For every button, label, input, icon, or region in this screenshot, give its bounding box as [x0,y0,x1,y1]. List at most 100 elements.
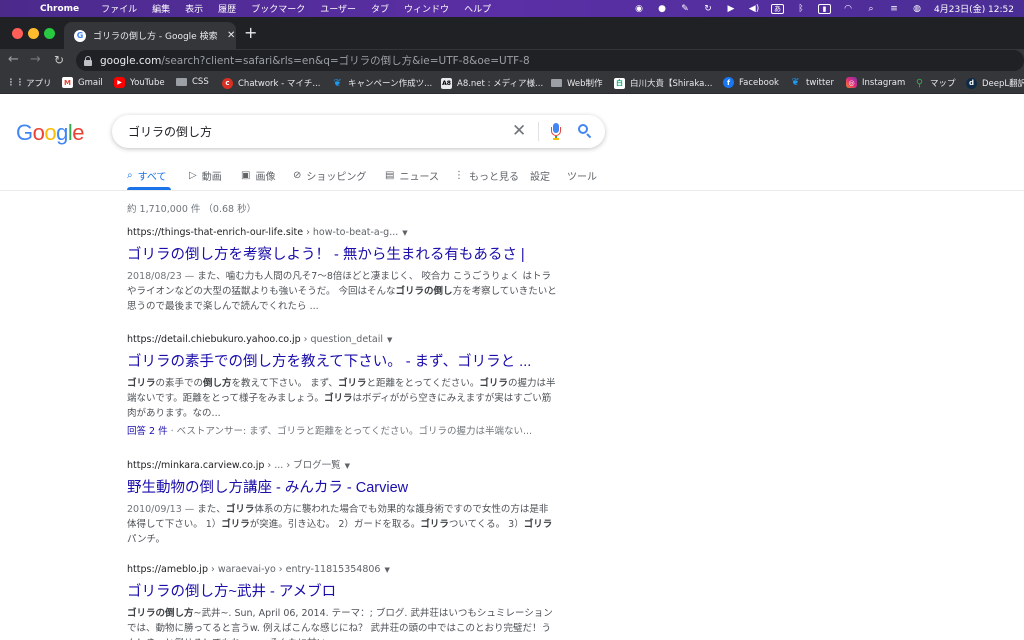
voice-search-icon[interactable] [551,123,561,140]
search-result: https://detail.chiebukuro.yahoo.co.jp › … [127,334,557,437]
search-icon: ⌕ [127,169,133,181]
answers-count-link[interactable]: 回答 2 件 [127,426,168,437]
chevron-down-icon[interactable]: ▼ [384,566,389,574]
new-tab-button[interactable]: + [244,25,257,41]
site-icon: 白 [614,77,625,89]
result-title-link[interactable]: ゴリラの倒し方~武井 - アメブロ [127,580,557,601]
play-icon[interactable]: ▶ [725,3,737,14]
bookmark-css[interactable]: CSS [176,77,209,87]
tab-tools[interactable]: ツール [567,167,597,183]
tab-settings[interactable]: 設定 [530,167,550,183]
bookmark-gmail[interactable]: M Gmail [62,77,103,88]
menu-window[interactable]: ウィンドウ [404,2,449,15]
bookmark-chatwork[interactable]: c Chatwork - マイチ... [222,77,321,89]
chatwork-icon: c [222,77,233,89]
window-minimize-button[interactable] [28,28,39,39]
macos-menu-bar: Chrome ファイル 編集 表示 履歴 ブックマーク ユーザー タブ ウィンド… [0,0,1024,17]
wifi-icon[interactable]: ◠ [842,3,854,14]
control-center-icon[interactable]: ≡ [888,3,900,14]
bookmark-maps[interactable]: ⚲ マップ [914,77,956,90]
menu-view[interactable]: 表示 [185,2,203,15]
bookmark-apps[interactable]: ⋮⋮ アプリ [7,77,52,89]
tab-more[interactable]: ⋮ もっと見る [454,167,519,183]
result-url[interactable]: https://detail.chiebukuro.yahoo.co.jp › … [127,334,557,345]
search-input[interactable]: ゴリラの倒し方 [128,123,212,140]
bookmark-shirakawa[interactable]: 白白川大貴【Shiraka... [614,77,712,89]
search-icon[interactable] [577,123,593,139]
lock-icon[interactable] [84,55,92,66]
creative-cloud-icon[interactable]: ◉ [633,3,645,14]
tab-videos[interactable]: ▷ 動画 [189,167,222,183]
tab-shopping[interactable]: ⊘ ショッピング [293,167,366,183]
bookmark-twitter[interactable]: ❦ twitter [790,77,834,88]
maps-icon: ⚲ [915,77,924,89]
youtube-icon: ▶ [114,77,125,88]
bookmark-youtube[interactable]: ▶ YouTube [114,77,165,88]
menu-tab[interactable]: タブ [371,2,389,15]
search-result: https://minkara.carview.co.jp › ... › ブロ… [127,457,557,547]
google-favicon-icon: G [74,29,86,42]
browser-tab-active[interactable]: G ゴリラの倒し方 - Google 検索 ✕ [64,22,236,49]
chevron-down-icon[interactable]: ▼ [387,336,392,344]
sync-icon[interactable]: ↻ [702,3,714,14]
folder-icon [551,79,562,87]
character-status-icon[interactable]: ✎ [679,3,691,14]
bookmark-web[interactable]: Web制作 [551,77,603,89]
bookmark-instagram[interactable]: ◎ Instagram [846,77,905,88]
tab-title: ゴリラの倒し方 - Google 検索 [93,32,218,42]
volume-icon[interactable]: ◀) [748,3,760,14]
search-box-divider [538,122,539,141]
tab-all[interactable]: ⌕ すべて [127,167,167,183]
result-answer-summary: 回答 2 件 · ベストアンサー: まず、ゴリラと距離をとってください。ゴリラの… [127,426,533,437]
bookmark-campaign[interactable]: ❦ キャンペーン作成ツ... [332,77,432,90]
menu-help[interactable]: ヘルプ [464,2,491,15]
tab-close-icon[interactable]: ✕ [227,30,235,41]
address-url[interactable]: google.com/search?client=safari&rls=en&q… [100,53,530,68]
clear-search-icon[interactable]: ✕ [512,120,526,142]
result-snippet: 2018/08/23 — また、噛む力も人間の凡そ7〜8倍ほどと凄まじく、 咬合… [127,271,557,312]
address-bar[interactable]: google.com/search?client=safari&rls=en&q… [76,50,1024,71]
menu-bookmarks[interactable]: ブックマーク [251,2,305,15]
chevron-down-icon[interactable]: ▼ [402,229,407,237]
menu-clock[interactable]: 4月23日(金) 12:52 [934,2,1014,15]
result-title-link[interactable]: ゴリラの倒し方を考察しよう！ - 無から生まれる有もあるさ | [127,243,557,264]
more-vert-icon: ⋮ [454,169,464,181]
result-title-link[interactable]: 野生動物の倒し方講座 - みんカラ - Carview [127,476,557,497]
window-zoom-button[interactable] [44,28,55,39]
forward-arrow-icon[interactable]: → [30,52,41,68]
menu-profiles[interactable]: ユーザー [320,2,356,15]
result-snippet: ゴリラの素手での倒し方を教えて下さい。 まず、ゴリラと距離をとってください。ゴリ… [127,378,556,419]
search-spotlight-icon[interactable]: ⌕ [865,3,877,14]
bookmark-facebook[interactable]: f Facebook [723,77,779,88]
chevron-down-icon[interactable]: ▼ [345,462,350,470]
result-url[interactable]: https://minkara.carview.co.jp › ... › ブロ… [127,457,557,471]
search-box[interactable]: ゴリラの倒し方 ✕ [112,115,605,148]
menu-app-name[interactable]: Chrome [40,4,79,14]
result-url[interactable]: https://ameblo.jp › waraevai-yo › entry-… [127,564,557,575]
siri-icon[interactable]: ◍ [911,3,923,14]
bookmark-deepl[interactable]: d DeepL翻訳 [966,77,1024,89]
a8-icon: A8 [441,77,452,89]
folder-icon [176,78,187,86]
back-arrow-icon[interactable]: ← [8,52,19,68]
result-snippet: ゴリラの倒し方~武井~. Sun, April 06, 2014. テーマ：; … [127,608,553,640]
apple-menu-icon[interactable] [14,2,28,16]
result-stats: 約 1,710,000 件 （0.68 秒） [127,204,257,215]
result-url[interactable]: https://things-that-enrich-our-life.site… [127,227,557,238]
tab-news[interactable]: ▤ ニュース [385,167,439,183]
window-close-button[interactable] [12,28,23,39]
search-results-page: Google ゴリラの倒し方 ✕ ⌕ すべて ▷ 動画 ▣ 画像 ⊘ ショッピング ▤ ニ… [0,94,1024,640]
bookmark-a8[interactable]: A8 A8.net : メディア様... [441,77,543,89]
app-status-icon[interactable]: ● [656,3,668,14]
bluetooth-icon[interactable]: ᛒ [795,3,807,14]
google-logo[interactable]: Google [16,120,85,146]
battery-icon[interactable]: ▮ [818,3,831,14]
menu-edit[interactable]: 編集 [152,2,170,15]
menu-file[interactable]: ファイル [101,2,137,15]
result-title-link[interactable]: ゴリラの素手での倒し方を教えて下さい。 - まず、ゴリラと ... [127,350,557,371]
reload-icon[interactable]: ↻ [54,52,64,68]
input-source-icon[interactable]: あ [771,3,784,14]
tab-images[interactable]: ▣ 画像 [241,167,275,183]
gmail-icon: M [62,77,73,88]
menu-history[interactable]: 履歴 [218,2,236,15]
